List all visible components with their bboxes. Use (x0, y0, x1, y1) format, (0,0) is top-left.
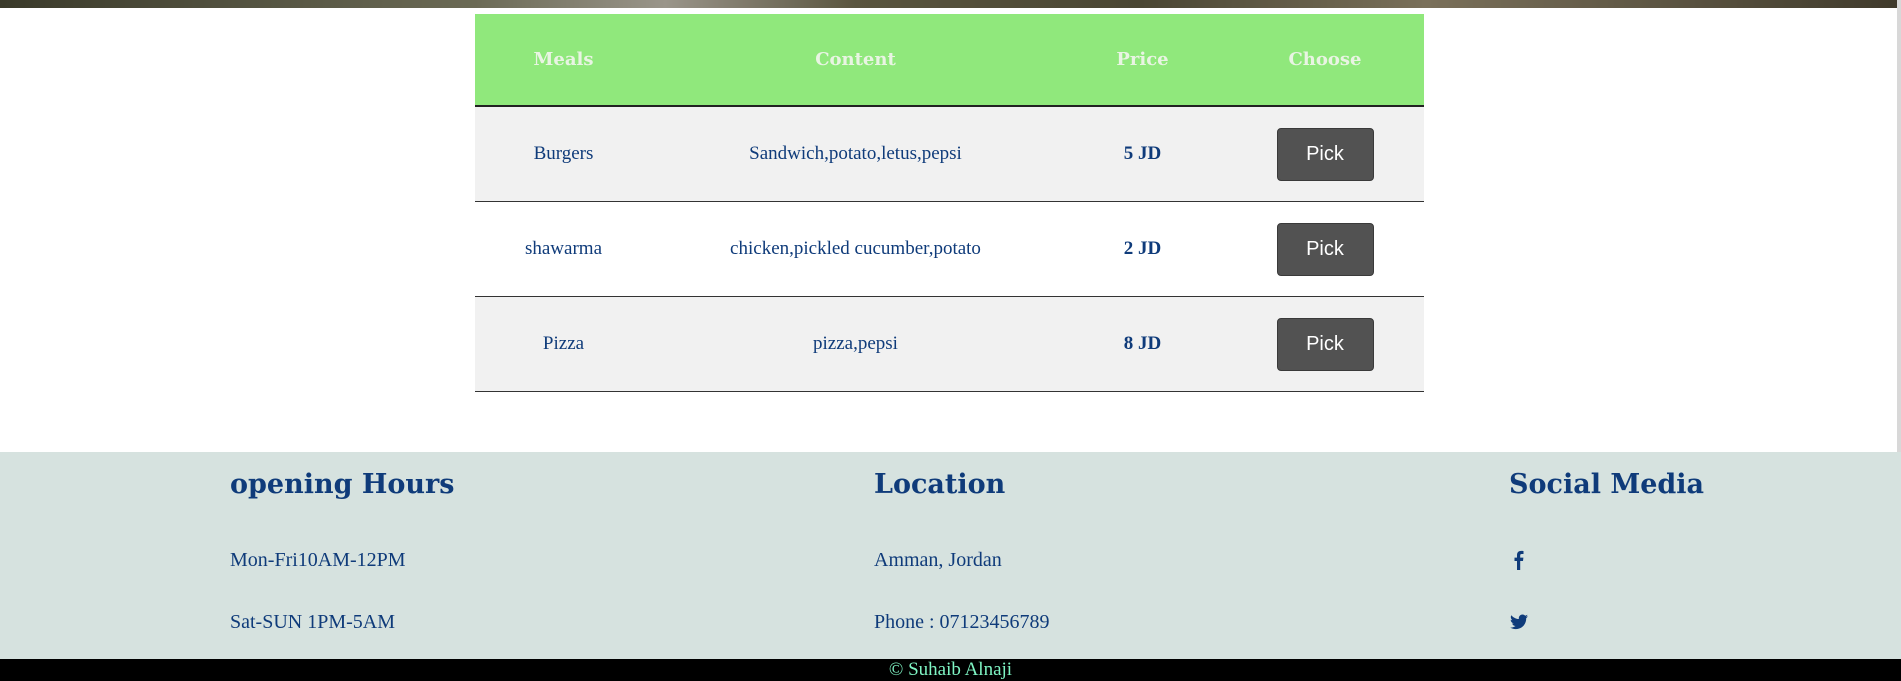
meal-name: shawarma (475, 201, 652, 297)
meal-name: Burgers (475, 106, 652, 202)
social-title: Social Media (1509, 469, 1705, 500)
meal-price: 5 JD (1059, 106, 1226, 202)
header-meals: Meals (475, 14, 652, 107)
table-row: shawarma chicken,pickled cucumber,potato… (475, 201, 1424, 297)
copyright-text: © Suhaib Alnaji (888, 659, 1013, 680)
meal-content: Sandwich,potato,letus,pepsi (652, 106, 1059, 202)
hours-title: opening Hours (230, 469, 455, 500)
meal-price: 2 JD (1059, 201, 1226, 297)
footer: opening Hours Mon-Fri10AM-12PM Sat-SUN 1… (0, 452, 1901, 659)
choose-cell: Pick (1226, 201, 1424, 297)
pick-button-burgers[interactable]: Pick (1276, 127, 1374, 181)
choose-cell: Pick (1226, 296, 1424, 392)
location-title: Location (874, 469, 1006, 500)
meal-content: chicken,pickled cucumber,potato (652, 201, 1059, 297)
choose-cell: Pick (1226, 106, 1424, 202)
pick-button-pizza[interactable]: Pick (1276, 317, 1374, 371)
hero-image-strip (0, 0, 1901, 8)
header-choose: Choose (1226, 14, 1424, 107)
twitter-icon[interactable] (1509, 612, 1529, 632)
header-content: Content (652, 14, 1059, 107)
pick-button-shawarma[interactable]: Pick (1276, 222, 1374, 276)
meal-price: 8 JD (1059, 296, 1226, 392)
facebook-icon[interactable] (1509, 550, 1529, 570)
table-row: Pizza pizza,pepsi 8 JD Pick (475, 296, 1424, 392)
table-row: Burgers Sandwich,potato,letus,pepsi 5 JD… (475, 106, 1424, 202)
meal-name: Pizza (475, 296, 652, 392)
hours-weekend: Sat-SUN 1PM-5AM (230, 611, 396, 633)
hours-weekdays: Mon-Fri10AM-12PM (230, 549, 406, 571)
header-price: Price (1059, 14, 1226, 107)
copyright-bar: © Suhaib Alnaji (0, 659, 1901, 681)
menu-header-row: Meals Content Price Choose (475, 14, 1424, 107)
menu-table: Meals Content Price Choose Burgers Sandw… (475, 14, 1424, 392)
meal-content: pizza,pepsi (652, 296, 1059, 392)
page-scrollbar-edge (1897, 0, 1901, 452)
location-phone: Phone : 07123456789 (874, 611, 1050, 633)
location-address: Amman, Jordan (874, 549, 1002, 571)
